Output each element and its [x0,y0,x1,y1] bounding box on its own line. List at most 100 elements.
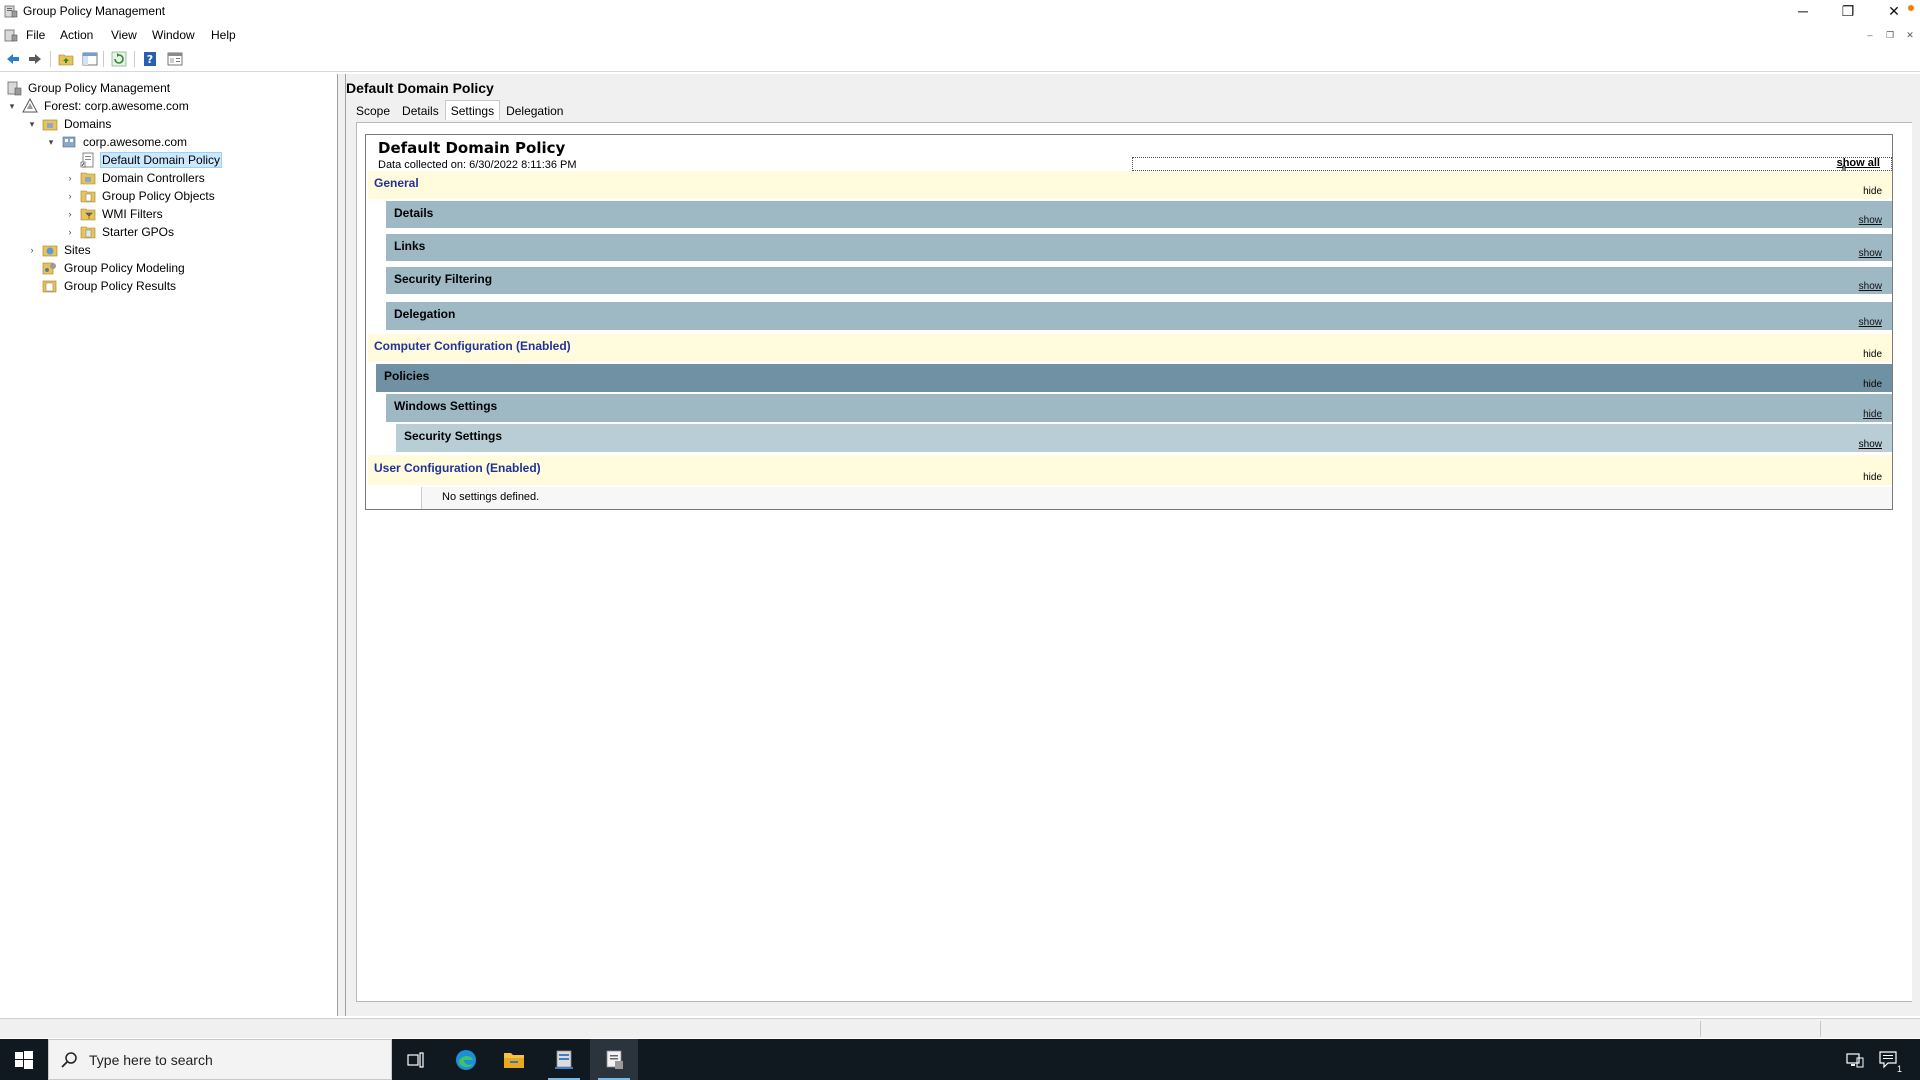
no-settings-text: No settings defined. [442,491,540,503]
general-hide-link[interactable]: hide [1863,186,1882,197]
task-view-button[interactable] [392,1039,440,1080]
no-settings-indent-cell [366,487,422,509]
computer-configuration-hide-link[interactable]: hide [1863,349,1882,360]
server-manager-button[interactable] [540,1039,588,1080]
network-icon [1846,1052,1864,1067]
details-show-link[interactable]: show [1859,215,1882,226]
file-explorer-button[interactable] [490,1039,538,1080]
section-details[interactable]: Details show [386,201,1892,228]
network-tray-button[interactable] [1838,1039,1872,1080]
section-security-filtering[interactable]: Security Filtering show [386,267,1892,294]
tab-details[interactable]: Details [396,100,445,120]
starter-gpo-folder-icon [80,226,96,239]
security-settings-show-link[interactable]: show [1859,439,1882,450]
menu-file[interactable]: File [22,27,49,43]
tree-node-results[interactable]: Group Policy Results [42,277,178,295]
section-computer-configuration[interactable]: Computer Configuration (Enabled) hide [368,334,1892,362]
chevron-right-icon[interactable]: › [64,226,76,238]
tab-settings[interactable]: Settings [444,100,501,120]
mdi-close-button[interactable]: ✕ [1903,28,1917,42]
status-divider [1820,1021,1821,1037]
section-windows-settings-label: Windows Settings [394,399,498,413]
section-links[interactable]: Links show [386,234,1892,261]
tree-node-domains[interactable]: ▾ Domains [26,115,113,133]
menu-bar: File Action View Window Help – ❐ ✕ [0,24,1920,46]
chevron-right-icon[interactable]: › [64,190,76,202]
forest-icon [22,98,38,113]
settings-report-view[interactable]: Default Domain Policy Data collected on:… [356,122,1912,1002]
tree-node-domain-controllers[interactable]: › Domain Controllers [64,169,207,187]
edge-button[interactable] [442,1039,490,1080]
action-center-button[interactable]: 1 [1872,1039,1906,1080]
chevron-right-icon[interactable]: › [64,172,76,184]
up-folder-icon[interactable] [57,50,75,68]
system-menu-icon[interactable] [4,28,18,42]
section-details-label: Details [394,206,434,220]
tree-label-forest: Forest: corp.awesome.com [44,99,189,113]
section-policies[interactable]: Policies hide [376,364,1892,392]
tree-node-wmi-filters[interactable]: › WMI Filters [64,205,165,223]
start-button[interactable] [0,1039,48,1080]
chevron-down-icon[interactable]: ▾ [6,100,18,112]
back-icon[interactable] [4,50,22,68]
tree-label-gpo: Group Policy Objects [102,189,215,203]
show-hide-console-tree-icon[interactable] [81,50,99,68]
tab-scope[interactable]: Scope [350,100,396,120]
close-button[interactable]: ✕ [1872,0,1916,22]
windows-settings-hide-link[interactable]: hide [1863,409,1882,420]
gpo-report: Default Domain Policy Data collected on:… [365,134,1893,510]
mdi-restore-button[interactable]: ❐ [1883,28,1897,42]
tree-node-default-domain-policy[interactable]: Default Domain Policy [80,151,223,169]
chevron-right-icon[interactable]: › [64,208,76,220]
sites-icon [42,245,58,257]
section-delegation[interactable]: Delegation show [386,302,1892,330]
minimize-button[interactable]: ─ [1781,0,1825,22]
console-tree[interactable]: Group Policy Management ▾ Forest: corp.a… [0,74,338,1016]
properties-icon[interactable] [166,50,184,68]
forward-icon[interactable] [26,50,44,68]
tree-label-starter-gpos: Starter GPOs [102,225,175,239]
tree-node-modeling[interactable]: Group Policy Modeling [42,259,187,277]
menu-help[interactable]: Help [207,27,240,43]
tree-label-results: Group Policy Results [64,279,177,293]
results-icon [42,280,57,293]
section-windows-settings[interactable]: Windows Settings hide [386,394,1892,422]
chevron-down-icon[interactable]: ▾ [45,136,57,148]
status-divider [1700,1021,1701,1037]
tree-node-domain[interactable]: ▾ corp.awesome.com [45,133,189,151]
tab-delegation[interactable]: Delegation [500,100,569,120]
section-security-filtering-label: Security Filtering [394,272,493,286]
tree-node-sites[interactable]: › Sites [26,241,93,259]
tree-node-starter-gpos[interactable]: › Starter GPOs [64,223,176,241]
section-user-configuration[interactable]: User Configuration (Enabled) hide [368,455,1892,485]
security-filtering-show-link[interactable]: show [1859,281,1882,292]
tree-label-domain-controllers: Domain Controllers [102,171,205,185]
mdi-minimize-button[interactable]: – [1863,28,1877,42]
links-show-link[interactable]: show [1859,248,1882,259]
toolbar: ? [0,46,1920,72]
menu-action[interactable]: Action [56,27,97,43]
domain-icon [62,136,76,148]
user-configuration-hide-link[interactable]: hide [1863,472,1882,483]
chevron-down-icon[interactable]: ▾ [26,118,38,130]
server-manager-icon [555,1050,573,1069]
policies-hide-link[interactable]: hide [1863,379,1882,390]
delegation-show-link[interactable]: show [1859,317,1882,328]
wmi-folder-icon [80,208,96,221]
taskbar-search-box[interactable]: Type here to search [48,1039,392,1080]
refresh-icon[interactable] [110,50,128,68]
tree-label-root: Group Policy Management [28,81,171,95]
group-policy-button[interactable] [590,1039,638,1080]
tree-node-forest[interactable]: ▾ Forest: corp.awesome.com [6,97,191,115]
section-security-settings[interactable]: Security Settings show [396,424,1892,452]
taskbar: Type here to search 1 [0,1039,1920,1080]
restore-button[interactable]: ❐ [1826,0,1870,22]
section-general[interactable]: General hide [368,171,1892,199]
pane-splitter[interactable] [338,74,346,1016]
menu-window[interactable]: Window [148,27,199,43]
tree-node-gpo[interactable]: › Group Policy Objects [64,187,217,205]
tree-node-root[interactable]: Group Policy Management [6,79,172,97]
help-icon[interactable]: ? [141,50,159,68]
chevron-right-icon[interactable]: › [26,244,38,256]
menu-view[interactable]: View [107,27,141,43]
